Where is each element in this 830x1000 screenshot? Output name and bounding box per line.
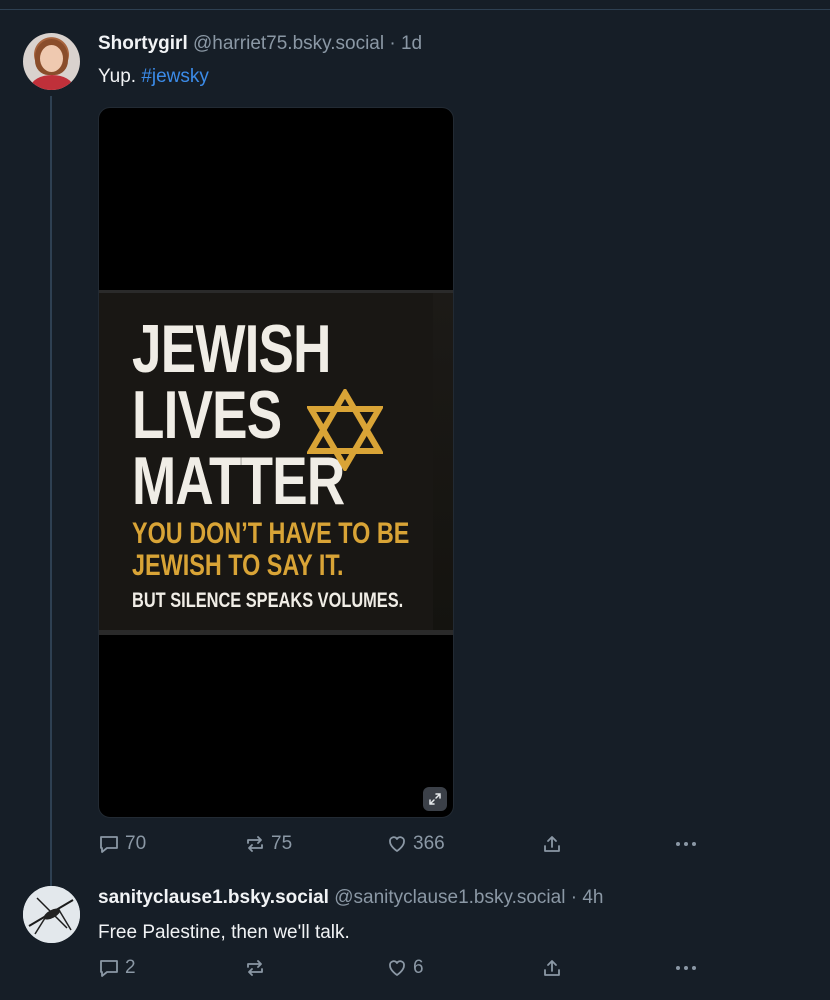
- repost-count: 75: [271, 833, 293, 854]
- more-icon: [676, 966, 696, 970]
- repost-icon: [247, 836, 263, 852]
- top-divider: [0, 9, 830, 10]
- poster-line-jewish: JEWISH: [132, 311, 331, 387]
- poster-panel: JEWISH LIVES MATTER YOU DON’T HAVE TO BE…: [99, 293, 433, 630]
- separator-dot: ·: [570, 887, 578, 908]
- more-icon: [676, 842, 696, 846]
- avatar[interactable]: [23, 33, 80, 90]
- poster-footer-line: BUT SILENCE SPEAKS VOLUMES.: [132, 589, 404, 612]
- post-actions: 2 6: [98, 957, 708, 981]
- like-button[interactable]: 366: [386, 833, 445, 855]
- like-count: 6: [413, 957, 424, 978]
- like-count: 366: [413, 833, 445, 854]
- reply-count: 70: [125, 833, 147, 854]
- poster-gold-line-2: JEWISH TO SAY IT.: [132, 549, 344, 582]
- hashtag-link[interactable]: #jewsky: [141, 66, 209, 87]
- thread-connector-line: [50, 96, 52, 890]
- post-image[interactable]: JEWISH LIVES MATTER YOU DON’T HAVE TO BE…: [98, 107, 454, 818]
- star-of-david-icon: [307, 389, 383, 471]
- post-header: Shortygirl @harriet75.bsky.social · 1d: [98, 33, 422, 55]
- reply-count: 2: [125, 957, 136, 978]
- avatar-shirt: [31, 75, 73, 90]
- avatar-face: [40, 45, 63, 72]
- share-button[interactable]: [541, 833, 563, 855]
- like-button[interactable]: 6: [386, 957, 424, 979]
- repost-button[interactable]: [244, 957, 271, 979]
- reply-icon: [100, 836, 118, 853]
- share-icon: [544, 960, 560, 976]
- post-header: sanityclause1.bsky.social @sanityclause1…: [98, 887, 603, 909]
- post-text: Free Palestine, then we'll talk.: [98, 922, 350, 943]
- avatar[interactable]: [23, 886, 80, 943]
- avatar-insect-image: [23, 886, 80, 943]
- repost-button[interactable]: 75: [244, 833, 292, 855]
- handle[interactable]: @harriet75.bsky.social: [193, 33, 384, 54]
- handle[interactable]: @sanityclause1.bsky.social: [334, 887, 565, 908]
- post-actions: 70 75 366: [98, 833, 708, 857]
- display-name[interactable]: Shortygirl: [98, 33, 188, 54]
- post-text-body: Yup.: [98, 66, 137, 87]
- timestamp[interactable]: 1d: [401, 33, 422, 54]
- repost-icon: [247, 960, 263, 976]
- more-button[interactable]: [674, 957, 698, 979]
- share-button[interactable]: [541, 957, 563, 979]
- reply-icon: [100, 960, 118, 977]
- like-icon: [389, 836, 405, 852]
- post-text: Yup. #jewsky: [98, 66, 209, 88]
- reply-button[interactable]: 70: [98, 833, 146, 855]
- poster-line-lives: LIVES: [132, 377, 282, 453]
- reply-button[interactable]: 2: [98, 957, 136, 979]
- expand-icon[interactable]: [423, 787, 447, 811]
- poster-gold-line-1: YOU DON’T HAVE TO BE: [132, 517, 410, 550]
- display-name[interactable]: sanityclause1.bsky.social: [98, 887, 329, 908]
- share-icon: [544, 836, 560, 852]
- more-button[interactable]: [674, 833, 698, 855]
- timestamp[interactable]: 4h: [582, 887, 603, 908]
- separator-dot: ·: [389, 33, 396, 54]
- poster-graphic: JEWISH LIVES MATTER YOU DON’T HAVE TO BE…: [99, 290, 453, 635]
- like-icon: [389, 960, 405, 976]
